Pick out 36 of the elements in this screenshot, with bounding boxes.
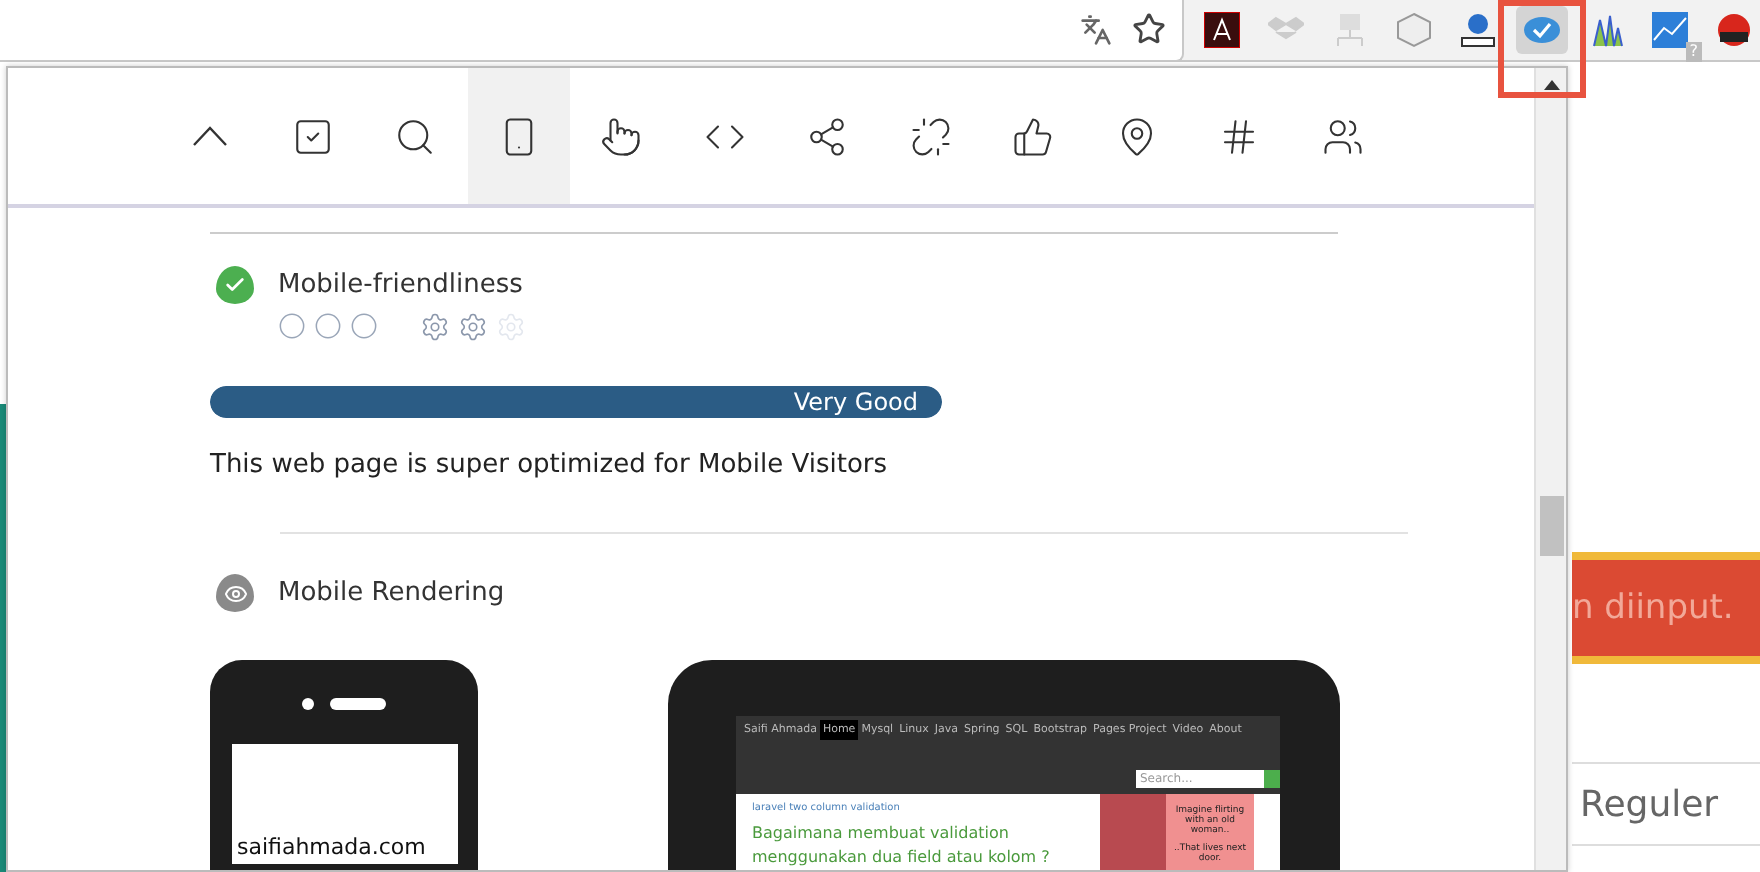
check-bubble-icon [1524, 16, 1560, 44]
eye-badge-icon [216, 574, 254, 612]
users-icon [1321, 115, 1364, 157]
target-icon [350, 312, 378, 340]
site-headline: Bagaimana membuat validation menggunakan dua field atau kolom ? [752, 822, 1052, 870]
section-title: Mobile-friendliness [278, 270, 523, 300]
extension-badge: ? [1685, 42, 1702, 62]
description-text: This web page is super optimized for Mobile Visitors [210, 450, 890, 480]
page-banner: n diinput. [1572, 552, 1760, 664]
phone-camera-icon [302, 698, 314, 710]
search-icon [394, 115, 437, 157]
nodes-icon [806, 115, 849, 157]
photo-placeholder [1100, 794, 1166, 870]
target-icon [278, 312, 306, 340]
phone-speaker-icon [330, 698, 386, 710]
star-icon[interactable] [1132, 12, 1166, 46]
section-title: Mobile Rendering [278, 578, 505, 608]
bar-chart-icon [1588, 12, 1624, 48]
site-title: saifiahmada.com [237, 834, 426, 860]
score-fill: Very Good [210, 386, 942, 418]
cube-icon [1396, 12, 1432, 48]
thumbs-up-icon [1012, 115, 1055, 157]
pointing-hand-icon [600, 115, 643, 157]
table-cell: Reguler [1572, 762, 1760, 846]
target-icon [314, 312, 342, 340]
check-badge-icon [216, 266, 254, 304]
trend-chart-icon [1652, 12, 1688, 48]
popup-caret-icon [1544, 80, 1560, 90]
network-icon [1332, 12, 1368, 48]
highlight-frame [1498, 0, 1586, 98]
scrollbar-thumb[interactable] [1540, 496, 1564, 556]
checkbox-icon [291, 115, 334, 157]
broken-link-icon [909, 115, 952, 157]
translate-icon[interactable] [1080, 13, 1112, 45]
nav-tab[interactable] [467, 68, 570, 204]
chevron-up-icon [191, 126, 228, 146]
